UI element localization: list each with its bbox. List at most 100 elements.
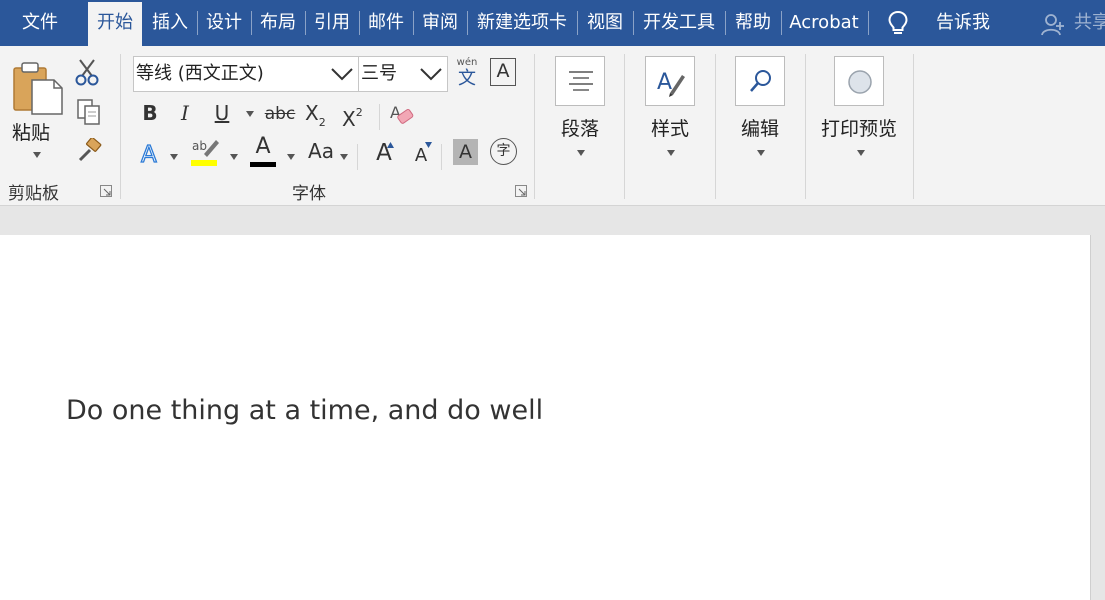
document-body-text[interactable]: Do one thing at a time, and do well xyxy=(66,395,543,426)
font-color-dropdown-icon[interactable] xyxy=(287,154,295,160)
text-effects-icon[interactable]: A xyxy=(139,140,165,168)
clipboard-dialog-launcher-icon[interactable] xyxy=(100,185,112,197)
tab-separator xyxy=(305,11,306,35)
group-separator xyxy=(715,54,716,199)
paste-label[interactable]: 粘贴 xyxy=(12,118,50,145)
lightbulb-icon[interactable] xyxy=(884,9,912,37)
font-group-label: 字体 xyxy=(292,184,326,204)
tab-references[interactable]: 引用 xyxy=(307,0,357,46)
paragraph-button[interactable] xyxy=(555,56,605,106)
search-magnifier-icon xyxy=(750,70,771,92)
tab-developer[interactable]: 开发工具 xyxy=(635,0,723,46)
grow-font-button[interactable]: A xyxy=(370,139,398,167)
share-button[interactable]: 共享 xyxy=(1074,0,1105,46)
tab-view[interactable]: 视图 xyxy=(579,0,631,46)
tab-acrobat[interactable]: Acrobat xyxy=(783,0,865,46)
underline-button[interactable]: U xyxy=(208,99,236,127)
enclose-characters-button[interactable]: 字 xyxy=(490,138,517,165)
tab-separator xyxy=(413,11,414,35)
shrink-font-button[interactable]: A xyxy=(408,142,434,170)
tab-separator xyxy=(197,11,198,35)
editing-button[interactable] xyxy=(735,56,785,106)
styles-dropdown-icon[interactable] xyxy=(667,150,675,156)
group-separator xyxy=(534,54,535,199)
tab-mailings[interactable]: 邮件 xyxy=(361,0,411,46)
font-dialog-launcher-icon[interactable] xyxy=(515,185,527,197)
group-separator xyxy=(805,54,806,199)
phonetic-character: 文 xyxy=(458,68,476,89)
font-name-combobox[interactable]: 等线 (西文正文) xyxy=(133,56,359,92)
font-size-combobox[interactable]: 三号 xyxy=(358,56,448,92)
print-preview-dropdown-icon[interactable] xyxy=(857,150,865,156)
editing-label[interactable]: 编辑 xyxy=(735,114,785,141)
tab-separator xyxy=(577,11,578,35)
paragraph-lines-icon xyxy=(569,71,593,91)
subscript-button[interactable]: X2 xyxy=(305,99,335,137)
tab-separator xyxy=(359,11,360,35)
styles-icon: A xyxy=(657,70,685,97)
editing-dropdown-icon[interactable] xyxy=(757,150,765,156)
font-size-value: 三号 xyxy=(361,63,397,84)
styles-button[interactable]: A xyxy=(645,56,695,106)
tab-insert[interactable]: 插入 xyxy=(145,0,195,46)
text-highlight-icon[interactable]: ab xyxy=(190,136,220,168)
character-border-button[interactable]: A xyxy=(490,58,516,86)
svg-text:A: A xyxy=(657,70,672,95)
document-page[interactable]: Do one thing at a time, and do well xyxy=(0,235,1091,600)
svg-text:A: A xyxy=(141,142,157,168)
paragraph-label[interactable]: 段落 xyxy=(555,114,605,141)
chevron-down-icon[interactable] xyxy=(419,65,443,83)
share-person-icon[interactable] xyxy=(1040,12,1066,38)
font-name-value: 等线 (西文正文) xyxy=(136,63,264,84)
bold-button[interactable]: B xyxy=(137,99,163,127)
paste-dropdown-icon[interactable] xyxy=(33,152,41,158)
tab-home[interactable]: 开始 xyxy=(88,2,142,46)
tab-design[interactable]: 设计 xyxy=(199,0,249,46)
text-effects-dropdown-icon[interactable] xyxy=(170,154,178,160)
tab-separator xyxy=(781,11,782,35)
clear-formatting-icon[interactable]: A xyxy=(388,100,414,128)
cut-scissors-icon[interactable] xyxy=(74,58,100,86)
superscript-button[interactable]: X2 xyxy=(342,99,372,133)
paragraph-dropdown-icon[interactable] xyxy=(577,150,585,156)
font-color-button[interactable]: A xyxy=(248,134,278,168)
change-case-button[interactable]: Aa xyxy=(305,137,337,165)
phonetic-guide-button[interactable]: wén 文 xyxy=(452,57,482,91)
tab-review[interactable]: 审阅 xyxy=(415,0,465,46)
toolbar-divider xyxy=(357,144,358,170)
underline-dropdown-icon[interactable] xyxy=(246,111,254,117)
copy-icon[interactable] xyxy=(76,98,102,126)
print-preview-circle-icon xyxy=(848,70,872,94)
paste-clipboard-icon[interactable] xyxy=(12,60,64,116)
tab-separator xyxy=(467,11,468,35)
ribbon-tab-bar: 文件 开始 插入 设计 布局 引用 邮件 审阅 新建选项卡 视图 开发工具 帮助… xyxy=(0,0,1105,46)
toolbar-divider xyxy=(379,104,380,130)
tab-file[interactable]: 文件 xyxy=(4,0,76,46)
format-painter-icon[interactable] xyxy=(76,138,102,164)
strikethrough-button[interactable]: abc xyxy=(262,100,298,128)
highlight-dropdown-icon[interactable] xyxy=(230,154,238,160)
tab-help[interactable]: 帮助 xyxy=(727,0,779,46)
tab-separator xyxy=(633,11,634,35)
svg-text:ab: ab xyxy=(192,139,207,153)
grow-arrow-icon xyxy=(387,142,394,148)
tab-layout[interactable]: 布局 xyxy=(253,0,303,46)
print-preview-label[interactable]: 打印预览 xyxy=(815,114,903,141)
change-case-dropdown-icon[interactable] xyxy=(340,154,348,160)
ribbon-home: 粘贴 剪贴板 等线 (西文正文) 三号 wén 文 A B I U abc X2… xyxy=(0,46,1105,206)
styles-label[interactable]: 样式 xyxy=(645,114,695,141)
tab-separator xyxy=(725,11,726,35)
clipboard-group-label: 剪贴板 xyxy=(8,184,59,204)
superscript-base: X xyxy=(342,107,356,131)
font-color-letter: A xyxy=(255,134,271,159)
shrink-arrow-icon xyxy=(425,142,432,148)
chevron-down-icon[interactable] xyxy=(330,65,354,83)
tab-new-tab[interactable]: 新建选项卡 xyxy=(469,0,575,46)
group-separator xyxy=(624,54,625,199)
tell-me-search[interactable]: 告诉我 xyxy=(926,0,1000,46)
print-preview-button[interactable] xyxy=(834,56,884,106)
shrink-font-letter: A xyxy=(414,145,428,166)
group-separator xyxy=(120,54,121,199)
character-shading-button[interactable]: A xyxy=(453,139,478,165)
italic-button[interactable]: I xyxy=(172,99,198,127)
